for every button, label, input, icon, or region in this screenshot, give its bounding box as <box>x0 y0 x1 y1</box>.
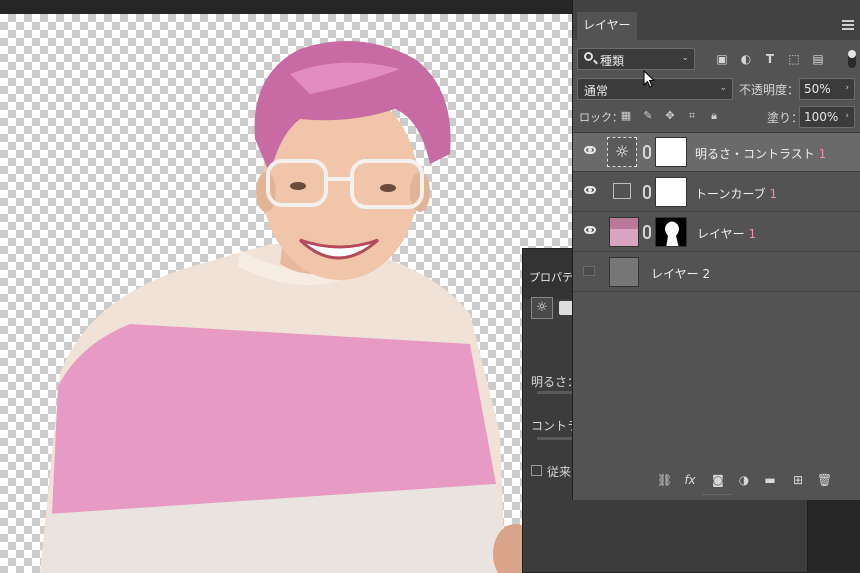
lock-artboard-icon[interactable]: ⌗ <box>685 109 699 123</box>
lock-position-icon[interactable]: ✥ <box>663 109 677 123</box>
fill-field[interactable]: 100% › <box>799 106 855 128</box>
legacy-checkbox[interactable] <box>531 465 542 476</box>
layer-filter-row: 種類 ⌄ ▣ ◐ T ⬚ ▤ <box>573 46 860 74</box>
eye-icon[interactable] <box>584 186 596 194</box>
layer-thumbnail <box>609 257 639 287</box>
document-canvas[interactable] <box>0 14 572 573</box>
tab-layers[interactable]: レイヤー <box>577 12 637 40</box>
properties-icon-row: ☼ <box>531 297 575 319</box>
resize-grip[interactable] <box>703 494 731 498</box>
blend-opacity-row: 通常 ⌄ 不透明度： 50% › <box>573 76 860 102</box>
layer-mask-thumbnail[interactable] <box>655 137 687 167</box>
chevron-down-icon: ⌄ <box>719 83 727 93</box>
new-layer-icon[interactable]: ⊞ <box>791 473 805 487</box>
layer-row-brightness-contrast[interactable]: ☼ 明るさ・コントラスト 1 <box>573 133 860 172</box>
chain-link-icon[interactable] <box>643 225 651 239</box>
search-icon <box>584 52 593 61</box>
smart-object-filter-icon[interactable]: ▤ <box>811 52 825 66</box>
link-layers-icon[interactable]: ⛓ <box>657 473 672 487</box>
visibility-off-box[interactable] <box>583 266 595 276</box>
blend-mode-select[interactable]: 通常 ⌄ <box>577 78 733 100</box>
layers-panel-header: レイヤー <box>573 0 860 40</box>
new-group-icon[interactable]: ▬ <box>763 473 777 487</box>
person-silhouette-icon <box>665 221 679 246</box>
new-adjustment-icon[interactable]: ◑ <box>737 473 751 487</box>
chain-link-icon[interactable] <box>643 145 651 159</box>
layer-row-layer-2[interactable]: レイヤー 2 <box>573 253 860 292</box>
legacy-label: 従来 <box>547 465 572 479</box>
lock-transparent-icon[interactable]: ▦ <box>619 109 633 123</box>
opacity-label: 不透明度： <box>739 83 800 97</box>
layer-name[interactable]: トーンカーブ 1 <box>695 185 777 202</box>
fx-icon[interactable]: fx <box>683 473 697 487</box>
mouse-cursor-icon <box>643 70 655 88</box>
eye-icon[interactable] <box>584 226 596 234</box>
chevron-right-icon[interactable]: › <box>845 111 849 121</box>
eye-icon[interactable] <box>584 146 596 154</box>
panel-menu-icon[interactable] <box>842 20 854 30</box>
add-mask-icon[interactable]: ◙ <box>711 473 725 487</box>
photo-woman-pink-hair <box>40 41 537 573</box>
opacity-value: 50% <box>804 82 831 96</box>
layer-name[interactable]: レイヤー 1 <box>697 225 756 242</box>
curves-icon <box>613 183 631 199</box>
photoshop-window: « ✕ <box>0 0 860 573</box>
fill-label: 塗り： <box>767 111 804 125</box>
blend-mode-value: 通常 <box>584 84 609 98</box>
layer-mask-thumbnail[interactable] <box>655 217 687 247</box>
layer-filter-value: 種類 <box>600 54 625 68</box>
layer-row-curves[interactable]: トーンカーブ 1 <box>573 173 860 212</box>
fill-value: 100% <box>804 110 839 124</box>
layer-mask-thumbnail[interactable] <box>655 177 687 207</box>
image-filter-icon[interactable]: ▣ <box>715 52 729 66</box>
trash-icon[interactable]: 🗑︎ <box>817 473 832 487</box>
lock-image-icon[interactable]: ✎ <box>641 109 655 123</box>
brightness-contrast-icon[interactable]: ☼ <box>531 297 553 319</box>
shape-filter-icon[interactable]: ⬚ <box>787 52 801 66</box>
brightness-slider[interactable] <box>537 391 577 394</box>
adjustment-filter-icon[interactable]: ◐ <box>739 52 753 66</box>
chevron-right-icon[interactable]: › <box>845 83 849 93</box>
layers-panel[interactable]: レイヤー 種類 ⌄ ▣ ◐ T ⬚ ▤ 通常 ⌄ 不透明度： 50% › ロック… <box>572 0 860 500</box>
filter-toggle[interactable] <box>848 50 856 68</box>
chevron-down-icon: ⌄ <box>681 53 689 63</box>
lock-all-icon[interactable]: 🔒︎ <box>707 109 721 123</box>
type-filter-icon[interactable]: T <box>763 52 777 66</box>
brightness-contrast-icon: ☼ <box>607 137 637 167</box>
lock-label: ロック： <box>579 111 623 124</box>
layer-row-layer-1[interactable]: レイヤー 1 <box>573 213 860 252</box>
layer-list: ☼ 明るさ・コントラスト 1 トーンカーブ 1 レイヤー 1 レイヤー 2 <box>573 132 860 294</box>
opacity-field[interactable]: 50% › <box>799 78 855 100</box>
chain-link-icon[interactable] <box>643 185 651 199</box>
layer-name[interactable]: レイヤー 2 <box>651 265 710 282</box>
lock-fill-row: ロック： ▦ ✎ ✥ ⌗ 🔒︎ 塗り： 100% › <box>573 104 860 130</box>
layer-filter-select[interactable]: 種類 ⌄ <box>577 48 695 70</box>
layer-name[interactable]: 明るさ・コントラスト 1 <box>695 145 826 162</box>
layer-thumbnail <box>609 217 639 247</box>
layers-footer: ⛓ fx ◙ ◑ ▬ ⊞ 🗑︎ <box>573 468 860 494</box>
contrast-slider[interactable] <box>537 437 577 440</box>
